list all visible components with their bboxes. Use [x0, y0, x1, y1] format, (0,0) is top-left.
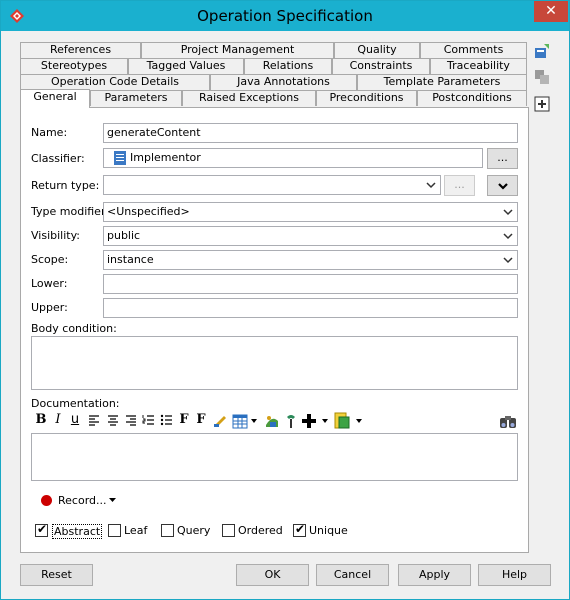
font-icon[interactable]: F: [178, 411, 190, 429]
ordered-label[interactable]: Ordered: [238, 524, 283, 537]
operation-specification-dialog: Operation Specification ✕ References Pro…: [0, 0, 570, 600]
lower-field[interactable]: [103, 274, 518, 294]
tab-preconditions[interactable]: Preconditions: [316, 90, 417, 106]
apply-button[interactable]: Apply: [398, 564, 471, 586]
italic-icon[interactable]: I: [52, 411, 64, 429]
abstract-checkbox[interactable]: ✔: [35, 522, 48, 537]
underline-icon[interactable]: u: [69, 411, 81, 429]
tab-stereotypes[interactable]: Stereotypes: [20, 58, 128, 74]
numbered-list-icon[interactable]: [142, 414, 155, 426]
check-icon: ✔: [295, 522, 306, 536]
chevron-down-icon: [426, 182, 436, 189]
abstract-label[interactable]: Abstract: [52, 524, 103, 539]
tab-java-annotations[interactable]: Java Annotations: [210, 74, 357, 90]
query-label[interactable]: Query: [177, 524, 210, 537]
chevron-down-icon: [503, 257, 513, 264]
classifier-browse-button[interactable]: ...: [487, 148, 518, 169]
chevron-down-icon[interactable]: [250, 418, 258, 424]
return-type-label: Return type:: [31, 179, 100, 192]
query-checkbox[interactable]: [161, 524, 174, 537]
name-label: Name:: [31, 126, 68, 139]
name-field[interactable]: generateContent: [103, 123, 518, 143]
close-button[interactable]: ✕: [534, 1, 568, 22]
upper-field[interactable]: [103, 298, 518, 318]
type-modifier-label: Type modifier:: [31, 205, 109, 218]
ok-button[interactable]: OK: [236, 564, 309, 586]
type-modifier-combo[interactable]: <Unspecified>: [103, 202, 518, 222]
chevron-down-icon: [503, 209, 513, 216]
ordered-checkbox[interactable]: [222, 524, 235, 537]
add-tag-icon[interactable]: [534, 43, 550, 59]
cancel-button[interactable]: Cancel: [316, 564, 389, 586]
type-modifier-value: <Unspecified>: [107, 205, 190, 218]
tab-project-management[interactable]: Project Management: [141, 42, 334, 58]
table-icon[interactable]: [232, 413, 248, 429]
return-type-options-button[interactable]: [487, 175, 518, 196]
chevron-down-icon[interactable]: [321, 418, 329, 424]
chevron-down-icon[interactable]: [355, 418, 363, 424]
tab-constraints[interactable]: Constraints: [332, 58, 430, 74]
visibility-combo[interactable]: public: [103, 226, 518, 246]
chevron-down-icon: [503, 233, 513, 240]
link-icon[interactable]: [284, 413, 298, 429]
unique-label[interactable]: Unique: [309, 524, 348, 537]
align-center-icon[interactable]: [107, 414, 119, 426]
leaf-label[interactable]: Leaf: [124, 524, 147, 537]
tab-postconditions[interactable]: Postconditions: [417, 90, 527, 106]
check-icon: ✔: [37, 522, 48, 536]
lower-label: Lower:: [31, 277, 68, 290]
tab-references[interactable]: References: [20, 42, 141, 58]
classifier-field[interactable]: Implementor: [103, 148, 483, 168]
chevron-down-icon[interactable]: [109, 497, 116, 503]
tab-traceability[interactable]: Traceability: [430, 58, 527, 74]
align-right-icon[interactable]: [125, 414, 137, 426]
title-bar[interactable]: Operation Specification ✕: [1, 1, 569, 31]
leaf-checkbox[interactable]: [108, 524, 121, 537]
tab-relations[interactable]: Relations: [244, 58, 332, 74]
tab-quality[interactable]: Quality: [334, 42, 420, 58]
documentation-label: Documentation:: [31, 397, 120, 410]
documentation-field[interactable]: [31, 433, 518, 481]
add-tab-icon[interactable]: [534, 96, 550, 112]
grid-icon[interactable]: [534, 69, 550, 85]
upper-label: Upper:: [31, 301, 68, 314]
visibility-value: public: [107, 229, 141, 242]
tab-general[interactable]: General: [20, 89, 90, 108]
tab-parameters[interactable]: Parameters: [90, 90, 182, 106]
help-button[interactable]: Help: [478, 564, 551, 586]
bold-icon[interactable]: B: [34, 411, 48, 429]
body-condition-label: Body condition:: [31, 322, 117, 335]
classifier-value: Implementor: [130, 151, 201, 164]
bullet-list-icon[interactable]: [160, 414, 173, 426]
unique-checkbox[interactable]: ✔: [293, 522, 306, 537]
image-icon[interactable]: [264, 413, 280, 429]
tab-tagged-values[interactable]: Tagged Values: [128, 58, 244, 74]
tab-template-parameters[interactable]: Template Parameters: [357, 74, 527, 90]
class-icon: [114, 151, 126, 165]
window-title: Operation Specification: [197, 7, 373, 25]
find-icon[interactable]: [499, 413, 517, 429]
align-left-icon[interactable]: [88, 414, 100, 426]
record-icon[interactable]: [41, 495, 52, 506]
return-type-combo[interactable]: [103, 175, 441, 195]
scope-label: Scope:: [31, 253, 69, 266]
tab-operation-code-details[interactable]: Operation Code Details: [20, 74, 210, 90]
scope-value: instance: [107, 253, 154, 266]
chevron-down-icon: [498, 183, 508, 190]
classifier-label: Classifier:: [31, 152, 85, 165]
insert-icon[interactable]: [302, 414, 316, 428]
reset-button[interactable]: Reset: [20, 564, 93, 586]
record-button[interactable]: Record...: [58, 494, 107, 507]
return-type-browse-button: ...: [444, 175, 475, 196]
scope-combo[interactable]: instance: [103, 250, 518, 270]
attachment-icon[interactable]: [334, 412, 350, 429]
font-size-icon[interactable]: F: [194, 411, 208, 429]
visibility-label: Visibility:: [31, 229, 81, 242]
body-condition-field[interactable]: [31, 336, 518, 390]
text-color-icon[interactable]: [213, 413, 228, 427]
tab-raised-exceptions[interactable]: Raised Exceptions: [182, 90, 316, 106]
tab-comments[interactable]: Comments: [420, 42, 527, 58]
